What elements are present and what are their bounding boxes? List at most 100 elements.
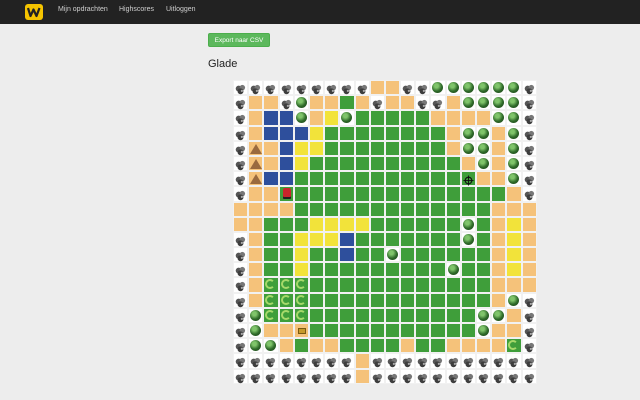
map-tile-rock[interactable]	[308, 368, 325, 384]
map-tile-grass[interactable]	[324, 292, 340, 308]
map-tile-sand[interactable]	[248, 201, 264, 217]
map-tile-grass[interactable]	[384, 323, 401, 339]
map-tile-grass[interactable]	[369, 171, 385, 187]
map-tile-grass[interactable]	[400, 262, 416, 278]
map-tile-tree[interactable]	[506, 80, 522, 96]
map-tile-yellow-sand[interactable]	[293, 231, 309, 248]
map-tile-grass[interactable]	[293, 171, 309, 187]
map-tile-grass[interactable]	[400, 140, 416, 156]
map-tile-grass[interactable]	[384, 155, 401, 172]
map-tile-vine[interactable]	[278, 307, 294, 323]
map-tile-sand[interactable]	[460, 338, 476, 354]
map-tile-rock[interactable]	[293, 368, 309, 384]
map-tile-sand[interactable]	[506, 277, 522, 293]
map-tile-grass[interactable]	[354, 140, 370, 156]
map-tile-rock[interactable]	[369, 353, 385, 369]
map-tile-tree[interactable]	[476, 323, 492, 339]
map-tile-vine[interactable]	[263, 292, 279, 308]
map-tile-grass[interactable]	[339, 277, 355, 293]
map-tile-grass[interactable]	[308, 292, 325, 308]
map-tile-tree[interactable]	[506, 140, 522, 156]
map-tile-grass[interactable]	[400, 155, 416, 172]
map-tile-rock[interactable]	[233, 171, 249, 187]
map-tile-grass[interactable]	[384, 186, 401, 202]
map-tile-grass[interactable]	[415, 201, 431, 217]
map-tile-rock[interactable]	[293, 353, 309, 369]
map-tile-grass[interactable]	[339, 323, 355, 339]
map-tile-tree[interactable]	[263, 338, 279, 354]
map-tile-tree[interactable]	[476, 155, 492, 172]
map-tile-grass[interactable]	[324, 201, 340, 217]
map-tile-grass[interactable]	[354, 186, 370, 202]
map-tile-hero[interactable]	[278, 186, 294, 202]
map-tile-tree[interactable]	[476, 95, 492, 111]
map-tile-rock[interactable]	[233, 140, 249, 156]
map-tile-rock[interactable]	[233, 110, 249, 126]
map-tile-tree[interactable]	[339, 110, 355, 126]
map-tile-sand[interactable]	[460, 155, 476, 172]
map-tile-rock[interactable]	[521, 140, 537, 156]
map-tile-grass[interactable]	[324, 247, 340, 263]
map-tile-rock[interactable]	[233, 338, 249, 354]
map-tile-sand[interactable]	[248, 110, 264, 126]
map-tile-tree[interactable]	[460, 216, 476, 232]
map-tile-water[interactable]	[278, 125, 294, 141]
map-tile-grass[interactable]	[339, 338, 355, 354]
map-tile-sand[interactable]	[506, 201, 522, 217]
map-tile-grass[interactable]	[476, 262, 492, 278]
map-tile-grass[interactable]	[308, 247, 325, 263]
nav-link-mijn-opdrachten[interactable]: Mijn opdrachten	[58, 6, 108, 13]
map-tile-grass[interactable]	[308, 323, 325, 339]
map-tile-target[interactable]	[460, 171, 476, 187]
map-tile-tree[interactable]	[491, 110, 507, 126]
map-tile-water[interactable]	[278, 140, 294, 156]
map-tile-grass[interactable]	[263, 216, 279, 232]
map-tile-sand[interactable]	[263, 155, 279, 172]
map-tile-rock[interactable]	[233, 80, 249, 96]
map-tile-tree[interactable]	[476, 125, 492, 141]
map-tile-sand[interactable]	[248, 292, 264, 308]
map-tile-yellow-sand[interactable]	[308, 216, 325, 232]
map-tile-tree[interactable]	[248, 338, 264, 354]
map-tile-rock[interactable]	[400, 368, 416, 384]
map-tile-grass[interactable]	[369, 277, 385, 293]
map-tile-yellow-sand[interactable]	[506, 247, 522, 263]
map-tile-water[interactable]	[263, 125, 279, 141]
map-tile-rock[interactable]	[233, 307, 249, 323]
game-map[interactable]	[233, 80, 537, 384]
map-tile-grass[interactable]	[339, 186, 355, 202]
map-tile-grass[interactable]	[384, 216, 401, 232]
map-tile-yellow-sand[interactable]	[506, 262, 522, 278]
map-tile-sand[interactable]	[263, 323, 279, 339]
map-tile-tree[interactable]	[460, 231, 476, 248]
map-tile-rock[interactable]	[233, 247, 249, 263]
map-tile-grass[interactable]	[400, 216, 416, 232]
map-tile-grass[interactable]	[415, 171, 431, 187]
map-tile-rock[interactable]	[233, 323, 249, 339]
map-tile-grass[interactable]	[278, 216, 294, 232]
map-tile-grass[interactable]	[354, 231, 370, 248]
map-tile-rock[interactable]	[521, 323, 537, 339]
map-tile-grass[interactable]	[324, 323, 340, 339]
map-tile-tent[interactable]	[248, 140, 264, 156]
map-tile-rock[interactable]	[308, 353, 325, 369]
map-tile-grass[interactable]	[384, 201, 401, 217]
map-tile-yellow-sand[interactable]	[506, 231, 522, 248]
map-tile-grass[interactable]	[445, 216, 461, 232]
map-tile-grass[interactable]	[339, 95, 355, 111]
map-tile-rock[interactable]	[415, 353, 431, 369]
map-tile-sand[interactable]	[491, 171, 507, 187]
map-tile-sand[interactable]	[308, 338, 325, 354]
map-tile-grass[interactable]	[430, 171, 446, 187]
map-tile-rock[interactable]	[415, 368, 431, 384]
map-tile-yellow-sand[interactable]	[293, 155, 309, 172]
map-tile-sand[interactable]	[248, 277, 264, 293]
map-tile-sand[interactable]	[384, 95, 401, 111]
map-tile-rock[interactable]	[233, 277, 249, 293]
map-tile-rock[interactable]	[248, 80, 264, 96]
map-tile-rock[interactable]	[430, 95, 446, 111]
map-tile-water[interactable]	[278, 171, 294, 187]
map-tile-tree[interactable]	[460, 140, 476, 156]
map-tile-sand[interactable]	[521, 247, 537, 263]
map-tile-sand[interactable]	[491, 140, 507, 156]
